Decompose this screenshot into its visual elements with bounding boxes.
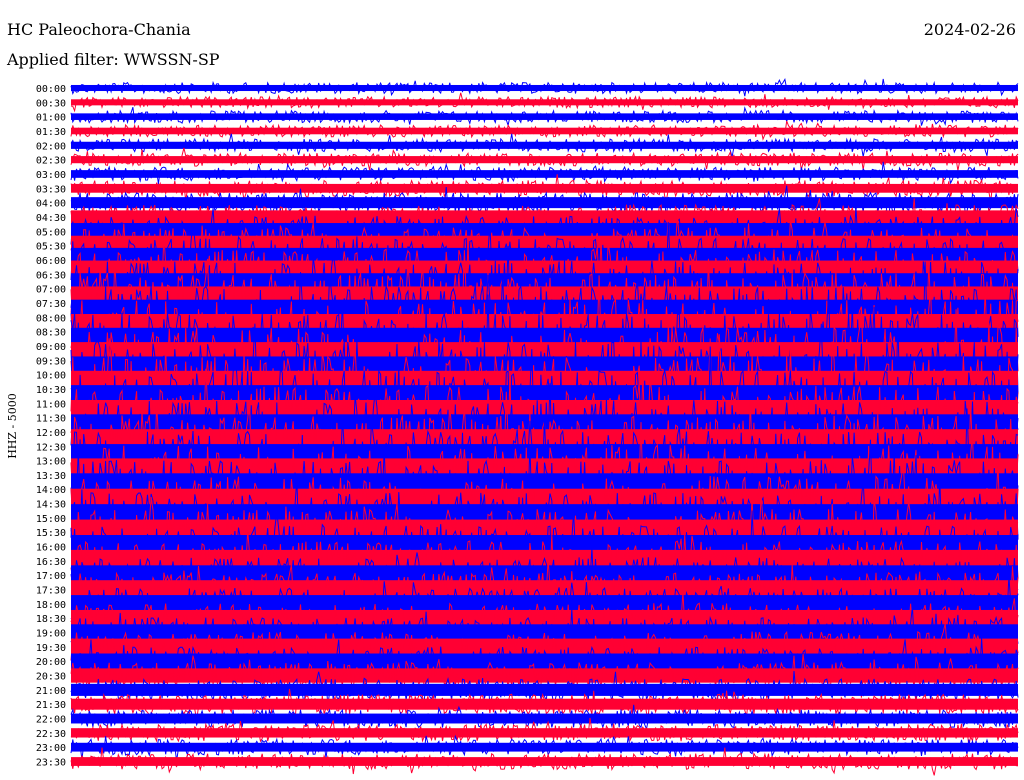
- y-tick-label: 11:30: [36, 414, 66, 425]
- y-tick-label: 06:00: [36, 256, 66, 267]
- trace-band: [71, 141, 1018, 149]
- y-tick-label: 08:00: [36, 313, 66, 324]
- y-tick-label: 07:00: [36, 285, 66, 296]
- y-tick-label: 05:00: [36, 227, 66, 238]
- y-tick-label: 19:30: [36, 643, 66, 654]
- y-tick-label: 15:30: [36, 528, 66, 539]
- y-tick-label: 20:30: [36, 672, 66, 683]
- y-tick-label: 12:30: [36, 442, 66, 453]
- y-tick-label: 16:00: [36, 543, 66, 554]
- y-tick-label: 09:30: [36, 356, 66, 367]
- trace-group: [70, 77, 1019, 776]
- y-tick-label: 18:30: [36, 614, 66, 625]
- y-tick-label: 11:00: [36, 399, 66, 410]
- y-tick-label: 16:30: [36, 557, 66, 568]
- y-tick-label: 10:30: [36, 385, 66, 396]
- y-tick-label: 02:30: [36, 156, 66, 167]
- y-tick-label: 05:30: [36, 242, 66, 253]
- y-tick-label: 12:00: [36, 428, 66, 439]
- y-tick-label: 21:30: [36, 700, 66, 711]
- y-tick-label: 01:00: [36, 113, 66, 124]
- y-tick-label: 18:00: [36, 600, 66, 611]
- y-tick-label: 14:00: [36, 485, 66, 496]
- y-tick-label: 00:30: [36, 98, 66, 109]
- y-tick-label: 19:00: [36, 629, 66, 640]
- y-tick-label: 04:00: [36, 199, 66, 210]
- seismogram-plot: 00:00 00:30 01:00 01:30 02:00 02:30 03:00 03:30…: [30, 77, 1019, 776]
- y-tick-label: 22:30: [36, 729, 66, 740]
- y-tick-label: 20:00: [36, 657, 66, 668]
- trace-band: [71, 84, 1018, 92]
- y-tick-label: 14:30: [36, 500, 66, 511]
- y-tick-label: 13:00: [36, 457, 66, 468]
- y-tick-label: 17:00: [36, 571, 66, 582]
- y-tick-label: 10:00: [36, 371, 66, 382]
- y-tick-label: 23:00: [36, 743, 66, 754]
- y-tick-label: 08:30: [36, 328, 66, 339]
- y-tick-label: 03:00: [36, 170, 66, 181]
- y-tick-label: 02:00: [36, 141, 66, 152]
- y-tick-label: 13:30: [36, 471, 66, 482]
- y-tick-label: 17:30: [36, 586, 66, 597]
- y-tick-label: 09:00: [36, 342, 66, 353]
- y-tick-label: 04:30: [36, 213, 66, 224]
- y-tick-label: 22:00: [36, 715, 66, 726]
- y-tick-label: 03:30: [36, 184, 66, 195]
- y-tick-label: 06:30: [36, 270, 66, 281]
- y-tick-label: 07:30: [36, 299, 66, 310]
- y-tick-label: 21:00: [36, 686, 66, 697]
- y-tick-label: 00:00: [36, 84, 66, 95]
- y-tick-label: 15:00: [36, 514, 66, 525]
- y-tick-label: 23:30: [36, 758, 66, 769]
- y-tick-label: 01:30: [36, 127, 66, 138]
